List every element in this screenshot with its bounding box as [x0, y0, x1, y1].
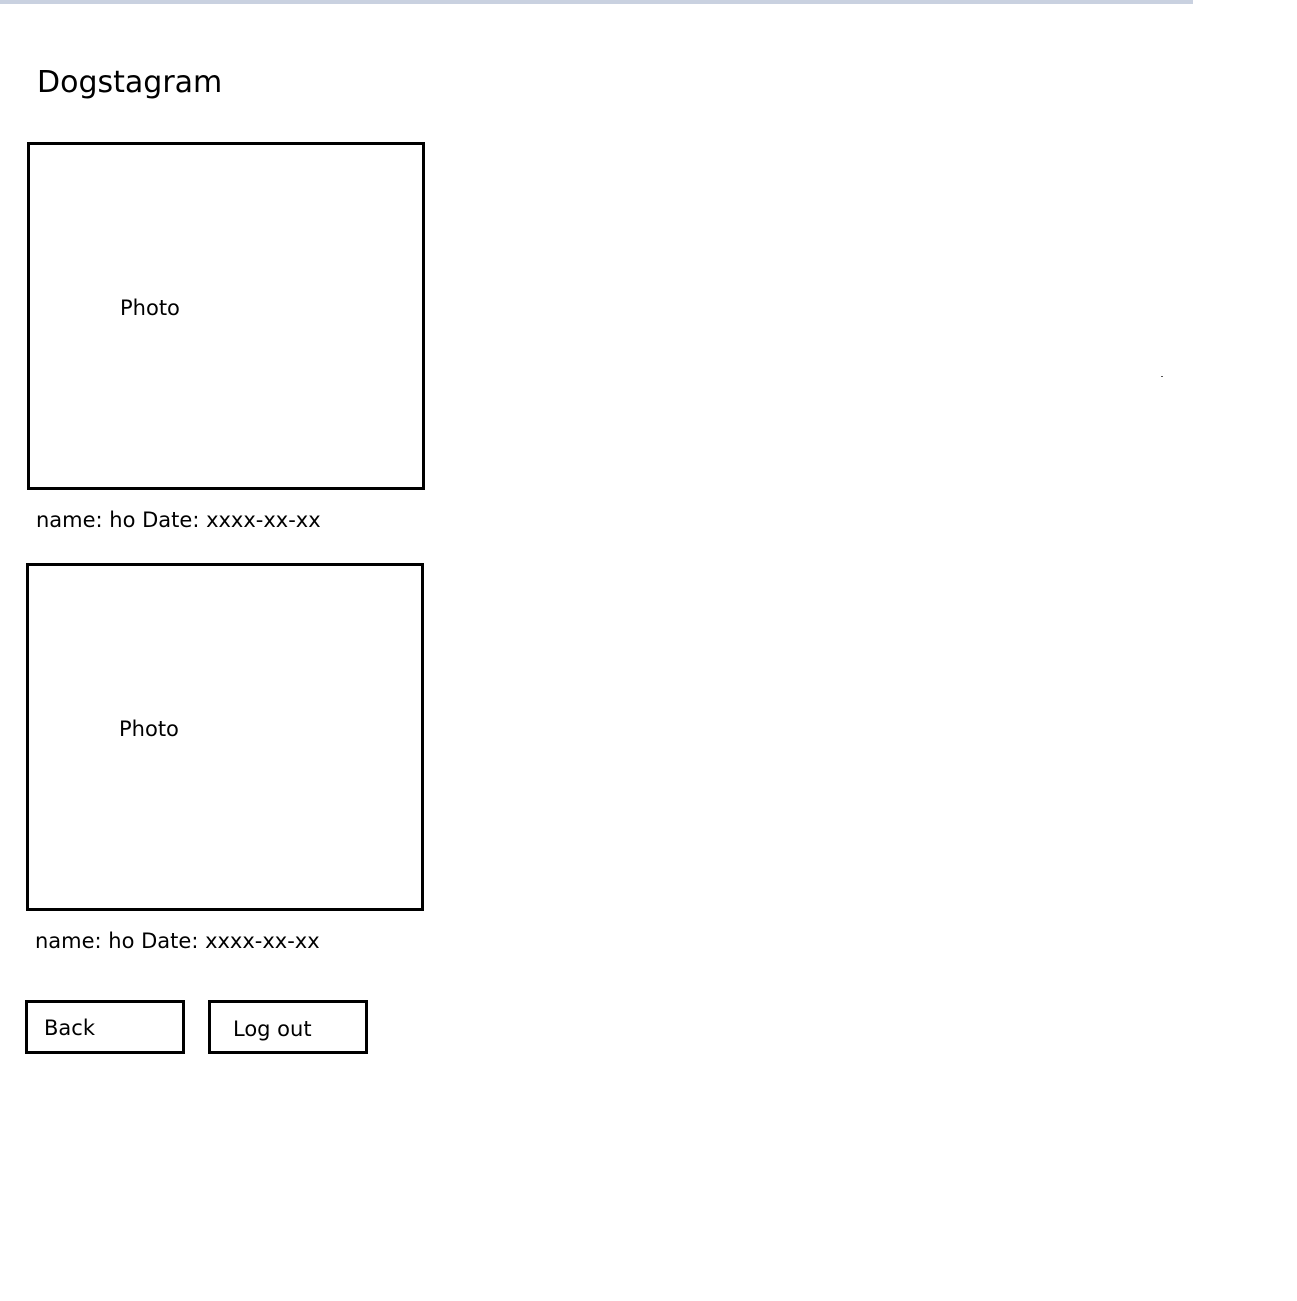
back-button-label: Back [44, 1016, 95, 1040]
photo-placeholder[interactable]: Photo [26, 563, 424, 911]
logout-button-label: Log out [233, 1017, 312, 1041]
photo-label: Photo [120, 296, 180, 320]
photo-label: Photo [119, 717, 179, 741]
stray-dot [1161, 376, 1163, 377]
logout-button[interactable]: Log out [208, 1000, 368, 1054]
window-top-bar [0, 0, 1193, 4]
back-button[interactable]: Back [25, 1000, 185, 1054]
post-caption: name: ho Date: xxxx-xx-xx [36, 508, 321, 532]
page-title: Dogstagram [37, 65, 223, 100]
photo-placeholder[interactable]: Photo [27, 142, 425, 490]
post-caption: name: ho Date: xxxx-xx-xx [35, 929, 320, 953]
